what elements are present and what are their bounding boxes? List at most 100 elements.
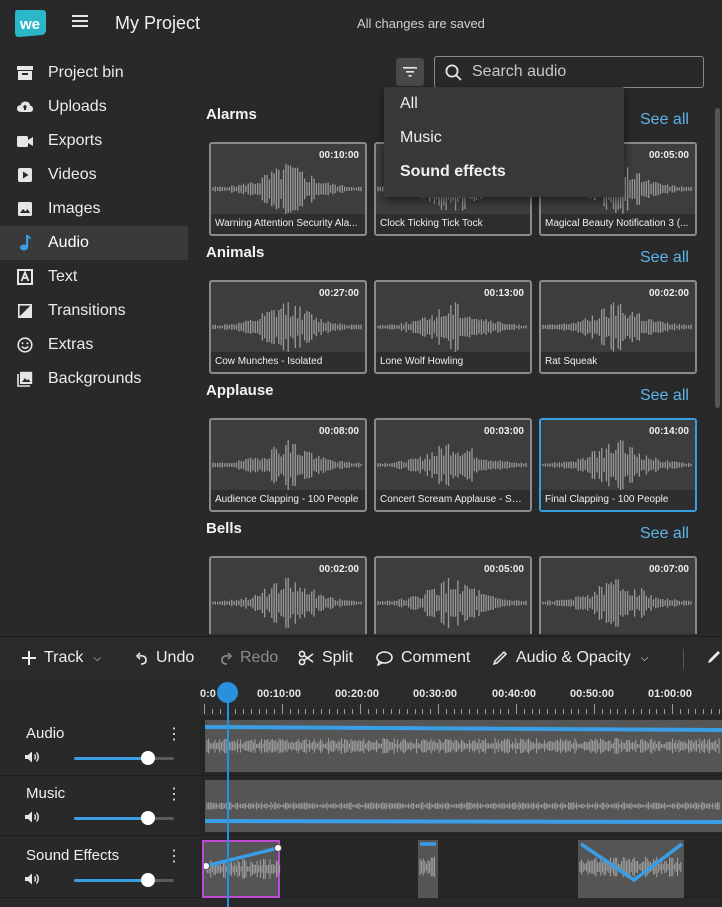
ruler-tick	[531, 709, 533, 714]
ruler-tick	[344, 709, 346, 714]
app-logo[interactable]: we	[13, 8, 47, 38]
volume-slider[interactable]	[74, 751, 174, 765]
waveform-graphic	[542, 579, 692, 627]
comment-icon	[376, 650, 393, 666]
volume-fill	[74, 757, 148, 760]
volume-icon[interactable]	[24, 872, 40, 886]
see-all-link[interactable]: See all	[640, 387, 689, 405]
ruler-tick	[211, 709, 213, 714]
audio-card[interactable]: 00:10:00 Warning Attention Security Ala..…	[209, 142, 367, 236]
sidebar-item-project-bin[interactable]: Project bin	[0, 56, 188, 90]
waveform-graphic	[542, 302, 692, 352]
audio-card[interactable]: 00:02:00 Rat Squeak	[539, 280, 697, 374]
audio-card[interactable]: 00:14:00 Final Clapping - 100 People	[539, 418, 697, 512]
volume-envelope-line[interactable]	[205, 720, 722, 772]
filter-button[interactable]	[396, 58, 424, 86]
volume-fill	[74, 879, 148, 882]
volume-slider[interactable]	[74, 811, 174, 825]
volume-envelope-line[interactable]	[578, 840, 684, 894]
audio-card[interactable]: 00:13:00 Lone Wolf Howling	[374, 280, 532, 374]
sidebar-item-backgrounds[interactable]: Backgrounds	[0, 362, 188, 396]
more-options-icon[interactable]: ⋮	[166, 846, 182, 866]
save-status: All changes are saved	[357, 16, 485, 31]
split-button[interactable]: Split	[298, 649, 353, 667]
volume-knob[interactable]	[141, 811, 155, 825]
ruler-tick	[258, 709, 260, 714]
track-header: Sound Effects ⋮	[0, 838, 200, 898]
sidebar-item-transitions[interactable]: Transitions	[0, 294, 188, 328]
ruler-tick	[656, 709, 658, 714]
sidebar-item-videos[interactable]: Videos	[0, 158, 188, 192]
see-all-link[interactable]: See all	[640, 249, 689, 267]
more-options-icon[interactable]: ⋮	[166, 724, 182, 744]
audio-card[interactable]: 00:08:00 Audience Clapping - 100 People	[209, 418, 367, 512]
audio-clip[interactable]	[205, 720, 722, 772]
ruler-tick	[219, 709, 221, 714]
see-all-link[interactable]: See all	[640, 525, 689, 543]
sound-effect-clip[interactable]	[578, 840, 684, 898]
playhead-handle[interactable]	[217, 682, 238, 703]
filter-option-music[interactable]: Music	[384, 121, 624, 155]
volume-envelope-line[interactable]	[205, 780, 722, 832]
sidebar-item-audio[interactable]: Audio	[0, 226, 188, 260]
add-track-button[interactable]: Track ⌵	[22, 649, 101, 667]
audio-card[interactable]: 00:27:00 Cow Munches - Isolated	[209, 280, 367, 374]
music-clip[interactable]	[205, 780, 722, 832]
see-all-link[interactable]: See all	[640, 111, 689, 129]
sidebar-item-exports[interactable]: Exports	[0, 124, 188, 158]
audio-opacity-button[interactable]: Audio & Opacity ⌵	[492, 649, 648, 667]
undo-button[interactable]: Undo	[136, 649, 194, 667]
audio-card[interactable]: 00:03:00 Concert Scream Applause - Sho...	[374, 418, 532, 512]
comment-button[interactable]: Comment	[376, 649, 470, 667]
edit-pen-button[interactable]	[706, 649, 722, 665]
volume-knob[interactable]	[141, 873, 155, 887]
ruler-tick	[539, 709, 541, 714]
redo-button[interactable]: Redo	[220, 649, 278, 667]
split-label: Split	[322, 649, 354, 666]
sound-effect-clip[interactable]	[418, 840, 438, 898]
sound-effect-clip-selected[interactable]	[202, 840, 282, 898]
ruler-tick	[695, 709, 697, 714]
audio-title: Clock Ticking Tick Tock	[376, 214, 530, 234]
library-scrollbar[interactable]	[715, 108, 720, 408]
track-lane[interactable]	[200, 838, 722, 898]
background-icon	[16, 370, 34, 388]
volume-slider[interactable]	[74, 873, 174, 887]
track-name[interactable]: Sound Effects	[26, 847, 119, 864]
ruler-tick	[687, 709, 689, 714]
sidebar-item-label: Transitions	[48, 302, 126, 319]
volume-icon[interactable]	[24, 750, 40, 764]
sidebar-item-images[interactable]: Images	[0, 192, 188, 226]
top-bar: we My Project All changes are saved	[0, 0, 722, 48]
ruler-label: 00:20:00	[335, 688, 380, 700]
chevron-down-icon: ⌵	[640, 652, 649, 664]
volume-envelope-line[interactable]	[418, 840, 438, 894]
filter-option-all[interactable]: All	[384, 87, 624, 121]
waveform-graphic	[212, 578, 362, 628]
search-box[interactable]	[434, 56, 704, 88]
duration-badge: 00:08:00	[318, 426, 359, 437]
track-lane[interactable]	[200, 716, 722, 776]
track-name[interactable]: Audio	[26, 725, 64, 742]
timeline-ruler[interactable]: 0:0 00:10:00 00:20:00 00:30:00 00:40:00 00:50…	[200, 680, 722, 716]
track-name[interactable]: Music	[26, 785, 65, 802]
ruler-tick	[500, 709, 502, 714]
volume-envelope-line[interactable]	[204, 842, 282, 896]
category-title: Applause	[206, 382, 274, 399]
filter-option-sound-effects[interactable]: Sound effects	[384, 155, 624, 189]
search-input[interactable]	[470, 62, 690, 82]
redo-label: Redo	[240, 649, 279, 666]
sidebar-item-uploads[interactable]: Uploads	[0, 90, 188, 124]
editor-toolbar: Track ⌵ Undo Redo Split Comment Audio & …	[0, 636, 722, 680]
folder-icon	[16, 64, 34, 82]
sidebar-item-text[interactable]: Text	[0, 260, 188, 294]
volume-knob[interactable]	[141, 751, 155, 765]
sidebar-item-extras[interactable]: Extras	[0, 328, 188, 362]
project-title[interactable]: My Project	[115, 13, 200, 34]
ruler-tick	[555, 709, 556, 714]
track-lane[interactable]	[200, 776, 722, 836]
volume-icon[interactable]	[24, 810, 40, 824]
hamburger-menu-icon[interactable]	[72, 15, 88, 29]
more-options-icon[interactable]: ⋮	[166, 784, 182, 804]
sidebar-item-label: Exports	[48, 132, 103, 149]
